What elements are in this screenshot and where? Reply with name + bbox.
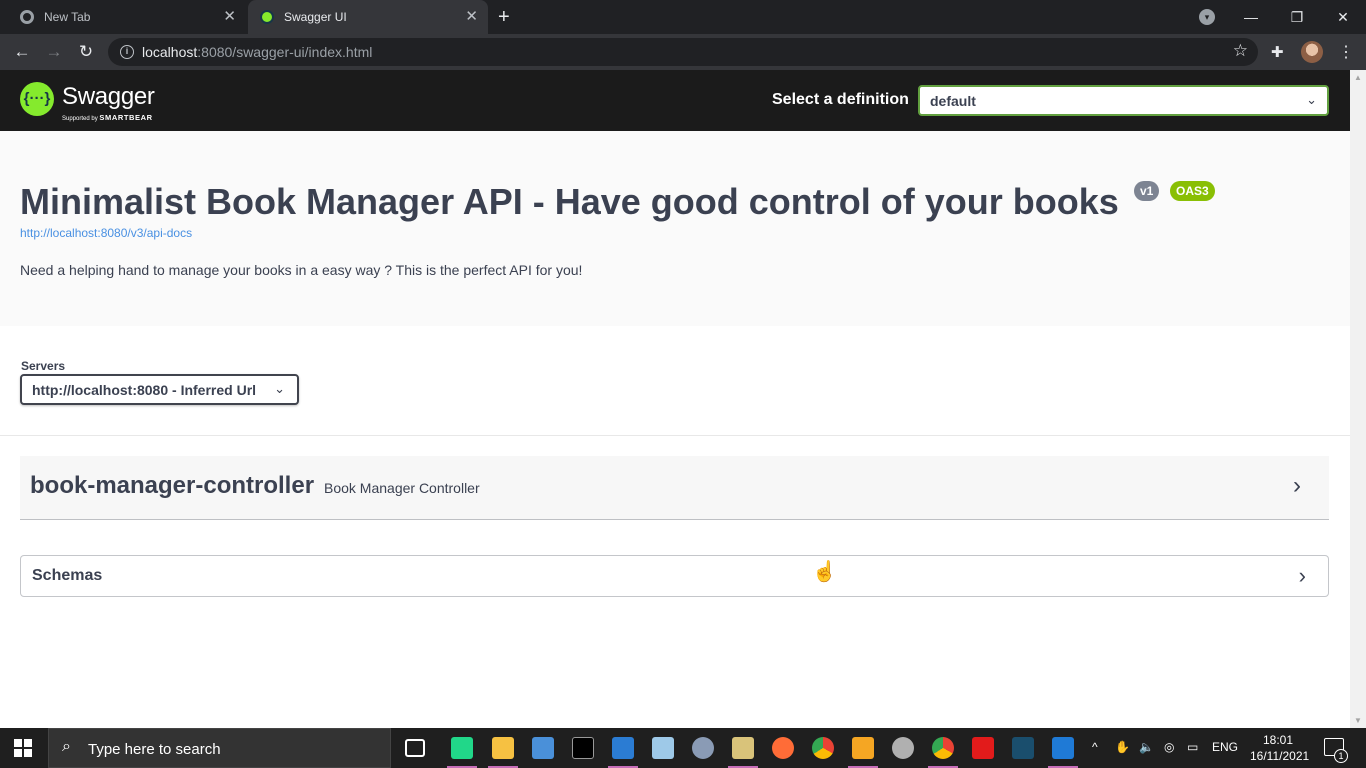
mysql-icon[interactable]: [1012, 737, 1034, 759]
bookmark-star-icon[interactable]: ☆: [1233, 41, 1248, 61]
tray-chevron-up-icon[interactable]: ^: [1092, 740, 1098, 754]
api-description: Need a helping hand to manage your books…: [20, 262, 583, 278]
tab-search-icon[interactable]: ▾: [1199, 9, 1215, 25]
definition-label: Select a definition: [772, 91, 909, 108]
schemas-section[interactable]: Schemas ›: [20, 555, 1329, 597]
powershell-icon[interactable]: [1052, 737, 1074, 759]
pdf-reader-icon[interactable]: [972, 737, 994, 759]
new-tab-button[interactable]: +: [498, 6, 510, 28]
scroll-down-icon[interactable]: ▼: [1354, 716, 1362, 725]
control-panel-icon[interactable]: [532, 737, 554, 759]
close-window-button[interactable]: ✕: [1320, 0, 1366, 34]
taskbar-search[interactable]: ⌕ Type here to search: [48, 728, 391, 768]
tab-swagger-ui[interactable]: Swagger UI ✕: [248, 0, 488, 34]
close-tab-icon[interactable]: ✕: [465, 9, 478, 25]
address-bar[interactable]: i localhost:8080/swagger-ui/index.html ☆: [108, 38, 1258, 66]
address-url[interactable]: localhost:8080/swagger-ui/index.html: [142, 44, 372, 60]
postman-icon[interactable]: [772, 737, 794, 759]
extensions-puzzle-icon[interactable]: ✚: [1271, 43, 1284, 61]
oas-badge: OAS3: [1170, 181, 1215, 201]
scroll-up-icon[interactable]: ▲: [1354, 73, 1362, 82]
chevron-right-icon[interactable]: ›: [1299, 563, 1306, 589]
network-icon[interactable]: ▭: [1187, 740, 1198, 754]
schemas-title: Schemas: [32, 567, 103, 584]
chevron-down-icon: ⌄: [1306, 92, 1317, 107]
media-player-icon[interactable]: [852, 737, 874, 759]
word-icon[interactable]: [612, 737, 634, 759]
tray-hand-icon[interactable]: ✋: [1115, 740, 1130, 754]
swagger-brand[interactable]: Swagger: [62, 83, 155, 111]
file-explorer-icon[interactable]: [492, 737, 514, 759]
api-title: Minimalist Book Manager API - Have good …: [20, 181, 1119, 222]
webcam-icon[interactable]: ◎: [1164, 740, 1174, 754]
disk-icon[interactable]: [892, 737, 914, 759]
clock-time: 18:01: [1262, 733, 1294, 747]
forward-icon[interactable]: →: [43, 41, 65, 63]
camera-icon[interactable]: [692, 737, 714, 759]
swagger-favicon-icon: [260, 10, 274, 24]
tag-name: book-manager-controller: [30, 472, 315, 499]
windows-taskbar: ⌕ Type here to search ^ ✋ 🔈 ◎ ▭ ENG 18:0…: [0, 728, 1366, 768]
chrome-active-icon[interactable]: [932, 737, 954, 759]
back-icon[interactable]: ←: [11, 41, 33, 63]
search-icon: ⌕: [62, 738, 71, 755]
reload-icon[interactable]: ↻: [75, 41, 97, 63]
search-placeholder: Type here to search: [88, 741, 221, 758]
page-viewport: {···} Swagger Supported by SMARTBEAR Sel…: [0, 70, 1350, 728]
tab-title: New Tab: [44, 10, 91, 24]
profile-avatar[interactable]: [1301, 41, 1323, 63]
terminal-icon[interactable]: [572, 737, 594, 759]
chrome-icon: [20, 10, 34, 24]
restore-button[interactable]: ❐: [1274, 0, 1320, 34]
tab-title: Swagger UI: [284, 10, 347, 24]
servers-value: http://localhost:8080 - Inferred Url: [32, 382, 257, 398]
api-docs-link[interactable]: http://localhost:8080/v3/api-docs: [20, 226, 192, 240]
task-view-icon[interactable]: [405, 739, 425, 757]
swagger-logo-icon[interactable]: {···}: [20, 82, 54, 116]
servers-section: Servers http://localhost:8080 - Inferred…: [0, 326, 1350, 436]
clock-date: 16/11/2021: [1250, 749, 1310, 763]
browser-toolbar: ← → ↻ i localhost:8080/swagger-ui/index.…: [0, 34, 1366, 70]
swagger-topbar: {···} Swagger Supported by SMARTBEAR Sel…: [0, 70, 1350, 131]
api-info: Minimalist Book Manager API - Have good …: [0, 131, 1350, 326]
browser-tab-bar: New Tab ✕ Swagger UI ✕ + ▾ — ❐ ✕: [0, 0, 1366, 34]
minimize-button[interactable]: —: [1228, 0, 1274, 34]
intellij-icon[interactable]: [451, 737, 473, 759]
tag-description: Book Manager Controller: [324, 480, 480, 496]
chrome-icon[interactable]: [812, 737, 834, 759]
servers-select[interactable]: http://localhost:8080 - Inferred Url ⌄: [20, 374, 299, 405]
servers-label: Servers: [21, 359, 66, 373]
definition-value: default: [930, 93, 976, 109]
version-badge: v1: [1134, 181, 1160, 201]
utility-icon[interactable]: [732, 737, 754, 759]
notification-count: 1: [1334, 749, 1348, 763]
windows-start-icon[interactable]: [14, 739, 32, 757]
volume-icon[interactable]: 🔈: [1139, 740, 1154, 754]
page-scrollbar[interactable]: ▲ ▼: [1350, 70, 1366, 728]
chevron-down-icon: ⌄: [274, 381, 285, 396]
tab-new-tab[interactable]: New Tab ✕: [8, 0, 246, 34]
swagger-brand-sub: Supported by SMARTBEAR: [62, 113, 153, 122]
chevron-right-icon[interactable]: ›: [1293, 472, 1301, 500]
menu-kebab-icon[interactable]: ⋮: [1338, 42, 1354, 62]
definition-select[interactable]: default ⌄: [918, 85, 1329, 116]
site-info-icon[interactable]: i: [120, 45, 134, 59]
notes-icon[interactable]: [652, 737, 674, 759]
close-tab-icon[interactable]: ✕: [223, 9, 236, 25]
language-indicator[interactable]: ENG: [1212, 740, 1238, 754]
hand-cursor-icon: ☝: [812, 561, 837, 583]
tag-book-manager-controller[interactable]: book-manager-controller Book Manager Con…: [20, 456, 1329, 520]
taskbar-clock[interactable]: 18:01 16/11/2021: [1250, 732, 1310, 764]
